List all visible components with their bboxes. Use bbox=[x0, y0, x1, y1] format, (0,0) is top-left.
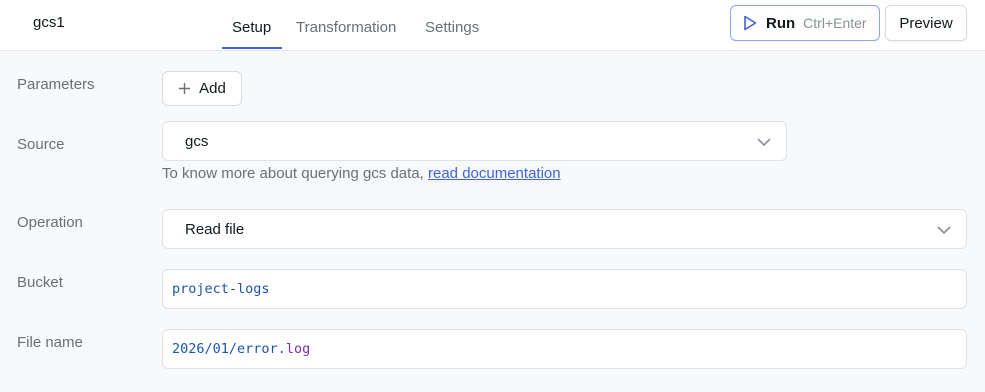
source-help-prefix: To know more about querying gcs data, bbox=[162, 165, 428, 182]
bucket-input-value: project-logs bbox=[172, 281, 270, 297]
chevron-down-icon bbox=[936, 222, 952, 238]
run-label: Run bbox=[766, 14, 796, 32]
operation-label: Operation bbox=[17, 214, 83, 231]
file-name-extension: log bbox=[285, 341, 311, 357]
query-name[interactable]: gcs1 bbox=[33, 14, 65, 31]
run-button[interactable]: Run Ctrl+Enter bbox=[730, 5, 880, 41]
file-name-dot: . bbox=[277, 341, 286, 357]
tab-settings[interactable]: Settings bbox=[425, 19, 479, 36]
add-parameter-button[interactable]: Add bbox=[162, 71, 242, 106]
plus-icon bbox=[178, 82, 191, 95]
active-tab-indicator bbox=[222, 47, 282, 49]
source-select-value: gcs bbox=[185, 132, 209, 150]
source-select[interactable]: gcs bbox=[162, 121, 787, 161]
bucket-input[interactable]: project-logs bbox=[162, 269, 967, 309]
preview-button[interactable]: Preview bbox=[885, 5, 967, 41]
source-label: Source bbox=[17, 136, 65, 153]
source-help-text: To know more about querying gcs data, re… bbox=[162, 165, 561, 182]
add-parameter-label: Add bbox=[199, 80, 226, 97]
chevron-down-icon bbox=[756, 134, 772, 150]
query-header: gcs1 Setup Transformation Settings Run C… bbox=[0, 0, 985, 51]
operation-select[interactable]: Read file bbox=[162, 209, 967, 249]
file-name-input[interactable]: 2026/01/error. log bbox=[162, 329, 967, 369]
file-name-label: File name bbox=[17, 334, 83, 351]
run-shortcut-hint: Ctrl+Enter bbox=[803, 15, 867, 31]
tab-transformation[interactable]: Transformation bbox=[296, 19, 396, 36]
play-icon bbox=[743, 15, 757, 31]
operation-select-value: Read file bbox=[185, 220, 245, 238]
read-documentation-link[interactable]: read documentation bbox=[428, 165, 561, 182]
tab-setup[interactable]: Setup bbox=[232, 19, 271, 36]
parameters-label: Parameters bbox=[17, 76, 95, 93]
bucket-label: Bucket bbox=[17, 274, 63, 291]
file-name-path: 2026/01/error bbox=[172, 341, 278, 357]
